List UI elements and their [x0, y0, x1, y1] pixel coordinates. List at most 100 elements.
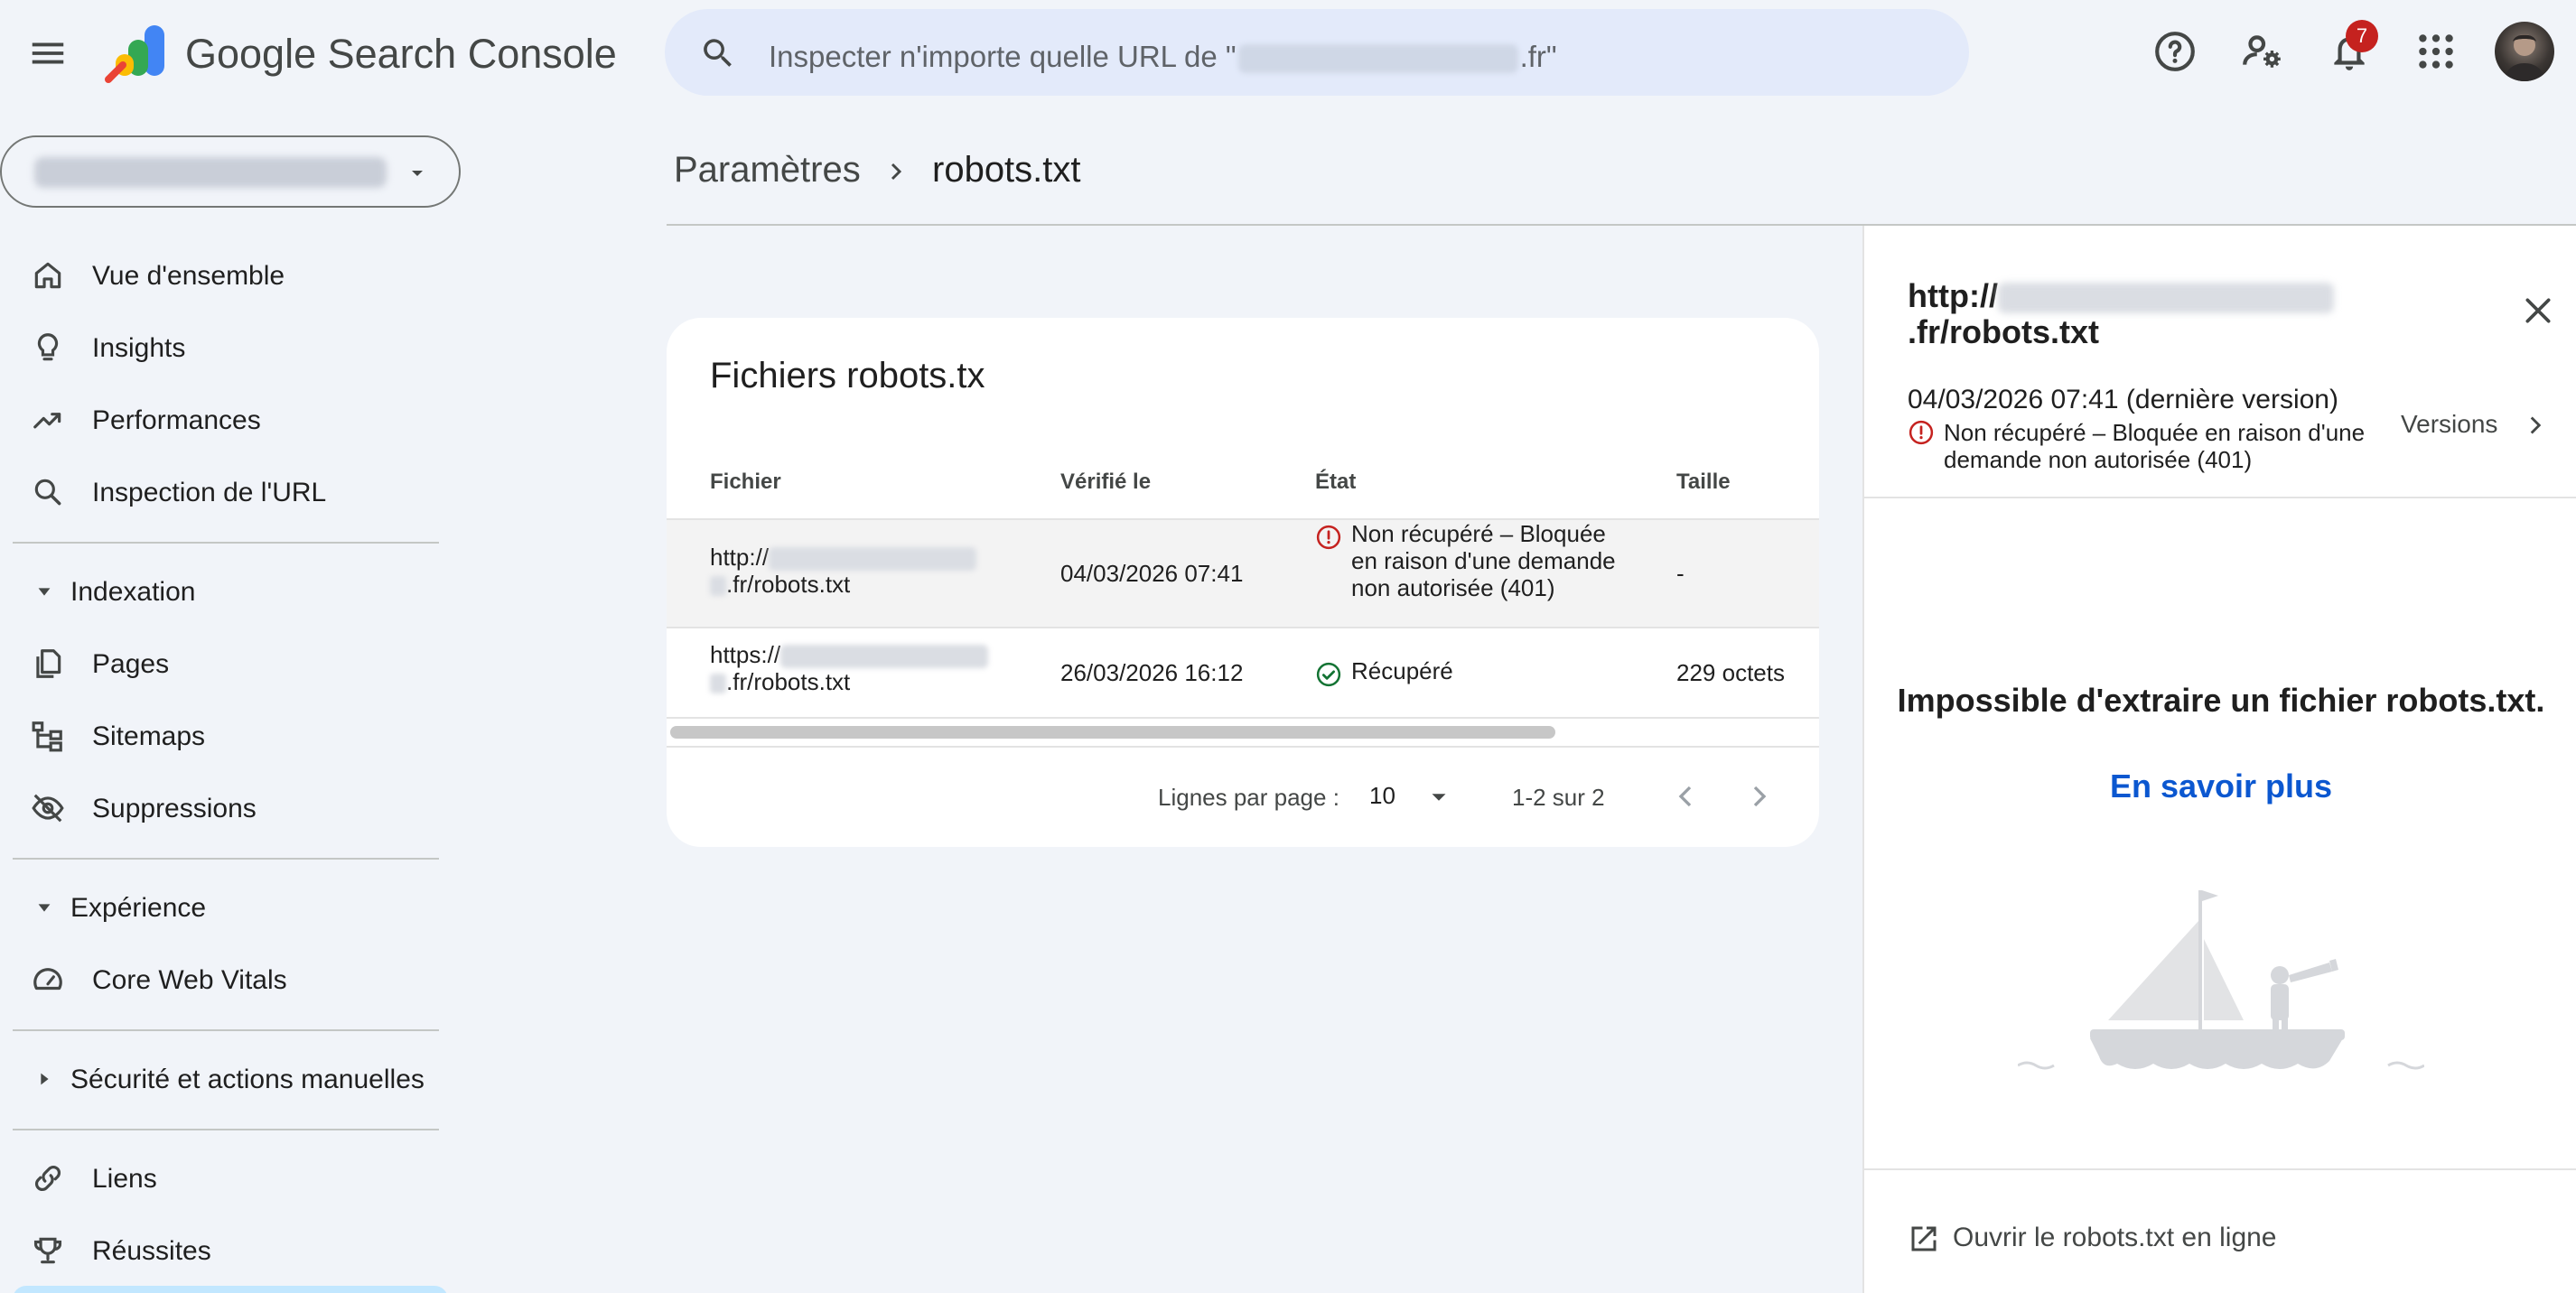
redacted-domain — [1997, 283, 2334, 314]
trophy-icon — [33, 1237, 62, 1264]
sidebar-item-url-inspection[interactable]: Inspection de l'URL — [0, 462, 461, 520]
sidebar-item-core-web-vitals[interactable]: Core Web Vitals — [0, 950, 461, 1008]
sidebar-divider — [13, 1129, 439, 1130]
section-label: Expérience — [70, 893, 207, 923]
open-live-robots-link[interactable]: Ouvrir le robots.txt en ligne — [1953, 1223, 2277, 1253]
breadcrumb-parent[interactable]: Paramètres — [674, 150, 861, 191]
expand-less-triangle-icon — [38, 588, 51, 596]
sidebar-item-achievements[interactable]: Réussites — [0, 1221, 461, 1279]
learn-more-link[interactable]: En savoir plus — [1864, 767, 2576, 805]
panel-url-suffix: .fr/robots.txt — [1908, 313, 2099, 350]
file-url-prefix: https:// — [710, 641, 781, 668]
sidebar-item-label: Liens — [92, 1164, 157, 1194]
column-header-size[interactable]: Taille — [1676, 470, 1731, 495]
pagination-range: 1-2 sur 2 — [1512, 784, 1605, 811]
sidebar-item-label: Core Web Vitals — [92, 965, 287, 995]
file-url-suffix: .fr/robots.txt — [726, 571, 851, 599]
chevron-right-icon[interactable] — [2520, 410, 2551, 441]
card-title: Fichiers robots.tx — [710, 356, 985, 395]
table-row[interactable]: http:// .fr/robots.txt 04/03/2026 07:41 … — [667, 518, 1819, 628]
sidebar-section-indexation[interactable]: Indexation — [0, 562, 461, 619]
sidebar-item-label: Insights — [92, 333, 186, 363]
home-icon — [34, 262, 61, 289]
previous-page-icon[interactable] — [1667, 778, 1703, 814]
chevron-right-icon — [891, 163, 902, 181]
boat-telescope-illustration — [2018, 890, 2424, 1070]
sidebar-section-experience[interactable]: Expérience — [0, 878, 461, 935]
sidebar-item-insights[interactable]: Insights — [0, 318, 461, 376]
rows-per-page-select[interactable]: 10 — [1369, 782, 1395, 810]
table-row[interactable]: https:// .fr/robots.txt 26/03/2026 16:12… — [667, 628, 1819, 719]
sidebar-divider — [13, 1029, 439, 1031]
open-in-new-icon[interactable] — [1908, 1223, 1940, 1255]
column-header-status[interactable]: État — [1315, 470, 1356, 495]
status-cell: Récupéré — [1351, 657, 1453, 684]
url-inspection-search[interactable]: Inspecter n'importe quelle URL de " .fr" — [665, 9, 1969, 96]
rows-per-page-label: Lignes par page : — [1158, 784, 1339, 811]
redacted-domain — [1237, 44, 1518, 74]
sidebar-item-pages[interactable]: Pages — [0, 634, 461, 692]
expand-more-triangle-icon — [41, 1073, 49, 1085]
error-icon — [1316, 525, 1341, 550]
sidebar-item-active-highlight[interactable] — [13, 1286, 448, 1293]
link-icon — [35, 1166, 61, 1191]
expand-less-triangle-icon — [38, 904, 51, 912]
sidebar-section-security[interactable]: Sécurité et actions manuelles — [0, 1049, 461, 1107]
speedometer-icon — [33, 968, 62, 991]
size-cell: 229 octets — [1676, 659, 1785, 686]
account-avatar[interactable] — [2495, 22, 2554, 81]
redacted-domain — [780, 645, 989, 669]
menu-icon[interactable] — [27, 33, 69, 74]
trending-up-icon — [33, 413, 61, 429]
checked-date-cell: 26/03/2026 16:12 — [1060, 659, 1244, 686]
redacted-property-name — [34, 157, 387, 188]
column-header-file[interactable]: Fichier — [710, 470, 781, 495]
horizontal-scrollbar[interactable] — [670, 726, 1555, 739]
sidebar-item-sitemaps[interactable]: Sitemaps — [0, 706, 461, 764]
sidebar-item-label: Sitemaps — [92, 721, 206, 751]
search-placeholder-suffix: .fr" — [1519, 40, 1557, 73]
redacted-domain — [710, 576, 726, 597]
sidebar-divider — [13, 858, 439, 860]
versions-button[interactable]: Versions — [2401, 410, 2497, 439]
sidebar-item-label: Réussites — [92, 1236, 211, 1266]
search-placeholder-prefix: Inspecter n'importe quelle URL de " — [769, 40, 1237, 73]
dropdown-arrow-icon[interactable] — [1425, 784, 1452, 811]
error-icon — [1909, 420, 1934, 445]
sidebar-item-removals[interactable]: Suppressions — [0, 778, 461, 836]
checked-date-cell: 04/03/2026 07:41 — [1060, 560, 1244, 587]
panel-version-date: 04/03/2026 07:41 (dernière version) — [1908, 385, 2338, 414]
section-label: Indexation — [70, 577, 196, 607]
top-app-bar: Google Search Console Inspecter n'import… — [0, 0, 2576, 107]
search-icon[interactable] — [699, 34, 737, 72]
next-page-icon[interactable] — [1741, 778, 1778, 814]
close-icon[interactable] — [2520, 293, 2556, 329]
file-url-cell: http:// .fr/robots.txt — [710, 544, 1017, 598]
sidebar-item-performance[interactable]: Performances — [0, 390, 461, 448]
status-cell: Non récupéré – Bloquée en raison d'une d… — [1351, 520, 1616, 601]
sidebar-item-overview[interactable]: Vue d'ensemble — [0, 246, 461, 303]
sidebar-item-label: Vue d'ensemble — [92, 261, 285, 291]
property-selector[interactable] — [0, 135, 461, 208]
search-icon — [34, 479, 61, 506]
search-console-logo-icon[interactable] — [105, 25, 166, 83]
app-title[interactable]: Google Search Console — [185, 31, 617, 78]
table-bottom-divider — [667, 746, 1819, 748]
file-url-prefix: http:// — [710, 544, 770, 571]
sidebar-item-label: Suppressions — [92, 794, 257, 823]
help-icon[interactable] — [2152, 29, 2198, 74]
check-circle-icon — [1316, 662, 1341, 687]
apps-grid-icon[interactable] — [2413, 29, 2459, 74]
redacted-domain — [769, 547, 977, 572]
file-url-cell: https:// .fr/robots.txt — [710, 641, 1017, 695]
notification-count-badge: 7 — [2346, 20, 2378, 52]
panel-url-prefix: http:// — [1908, 277, 1998, 314]
panel-header: http://.fr/robots.txt 04/03/2026 07:41 (… — [1864, 226, 2576, 498]
eye-off-icon — [32, 794, 64, 823]
sidebar-item-links[interactable]: Liens — [0, 1149, 461, 1206]
avatar-portrait-icon — [2504, 34, 2545, 81]
column-header-checked[interactable]: Vérifié le — [1060, 470, 1151, 495]
sidebar-item-label: Pages — [92, 649, 170, 679]
manage-users-icon[interactable] — [2240, 29, 2285, 74]
sitemap-icon — [32, 721, 62, 752]
